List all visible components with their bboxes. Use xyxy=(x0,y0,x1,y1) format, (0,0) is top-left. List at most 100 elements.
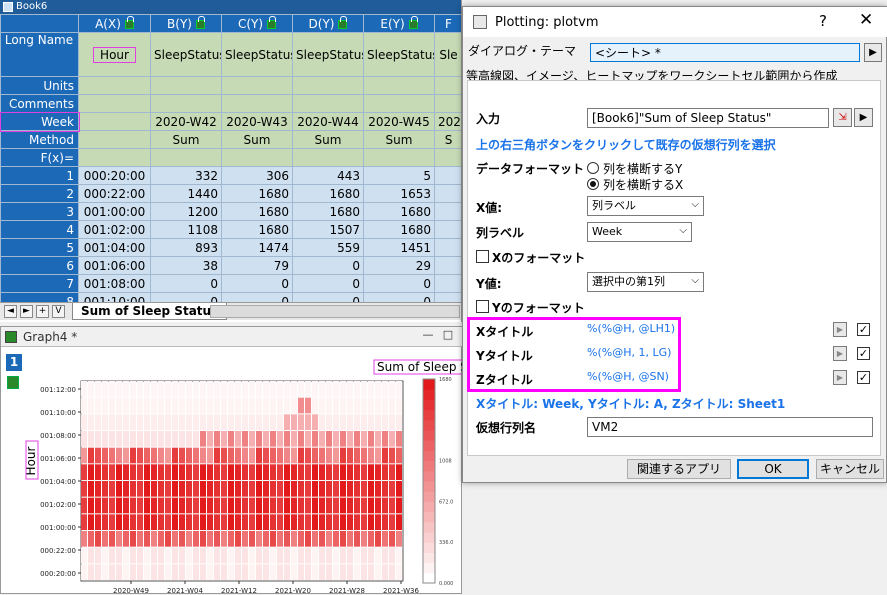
long-name-cell-a[interactable]: Hour xyxy=(78,32,151,77)
data-cell[interactable]: 893 xyxy=(150,238,222,257)
add-sheet-button[interactable]: + xyxy=(36,305,49,318)
data-cell[interactable]: 306 xyxy=(221,166,293,185)
method-cell-f[interactable]: S xyxy=(434,130,461,149)
data-cell[interactable]: 1680 xyxy=(292,202,364,221)
column-header-e[interactable]: E(Y) xyxy=(363,14,435,33)
column-header-f[interactable]: F xyxy=(434,14,461,33)
meta-cell[interactable] xyxy=(292,148,364,167)
data-cell[interactable] xyxy=(434,256,461,275)
data-cell[interactable] xyxy=(434,238,461,257)
week-cell-e[interactable]: 2020-W45 xyxy=(363,112,435,131)
meta-cell[interactable] xyxy=(363,76,435,95)
data-cell[interactable] xyxy=(434,184,461,203)
theme-menu-arrow-icon[interactable]: ▶ xyxy=(864,43,882,62)
meta-cell[interactable] xyxy=(221,148,293,167)
data-cell[interactable]: 79 xyxy=(221,256,293,275)
input-range-field[interactable]: [Book6]"Sum of Sleep Status" xyxy=(587,108,829,128)
row-number[interactable]: 7 xyxy=(0,274,79,293)
row-header-units[interactable]: Units xyxy=(0,76,79,95)
theme-select[interactable]: <シート> * xyxy=(590,43,860,62)
week-cell-d[interactable]: 2020-W44 xyxy=(292,112,364,131)
dialog-title-bar[interactable]: Plotting: plotvm ? ✕ xyxy=(463,7,887,37)
data-cell[interactable]: 001:06:00 xyxy=(78,256,151,275)
data-cell[interactable]: 000:22:00 xyxy=(78,184,151,203)
worksheet-grid[interactable]: A(X) B(Y) C(Y) D(Y) E(Y) F Long Name Hou… xyxy=(0,14,461,311)
method-cell-c[interactable]: Sum xyxy=(221,130,293,149)
column-header-c[interactable]: C(Y) xyxy=(221,14,293,33)
worksheet-title-bar[interactable]: Book6 xyxy=(0,0,461,14)
data-cell[interactable]: 1440 xyxy=(150,184,222,203)
data-cell[interactable]: 1680 xyxy=(363,220,435,239)
data-cell[interactable]: 1507 xyxy=(292,220,364,239)
y-title-value[interactable]: %(%@H, 1, LG) xyxy=(587,346,671,359)
y-values-select[interactable]: 選択中の第1列 ⌵ xyxy=(587,272,704,292)
data-cell[interactable]: 559 xyxy=(292,238,364,257)
data-cell[interactable]: 001:08:00 xyxy=(78,274,151,293)
data-cell[interactable]: 1451 xyxy=(363,238,435,257)
long-name-cell-e[interactable]: SleepStatus xyxy=(363,32,435,77)
data-cell[interactable]: 1680 xyxy=(221,184,293,203)
week-cell-c[interactable]: 2020-W43 xyxy=(221,112,293,131)
meta-cell[interactable] xyxy=(363,94,435,113)
method-cell-e[interactable]: Sum xyxy=(363,130,435,149)
data-cell[interactable]: 0 xyxy=(221,274,293,293)
row-header-fx[interactable]: F(x)= xyxy=(0,148,79,167)
data-cell[interactable]: 5 xyxy=(363,166,435,185)
long-name-cell-f[interactable]: Sle xyxy=(434,32,461,77)
z-title-value[interactable]: %(%@H, @SN) xyxy=(587,370,669,383)
minimize-icon[interactable]: — xyxy=(421,329,435,343)
row-number[interactable]: 6 xyxy=(0,256,79,275)
row-number[interactable]: 3 xyxy=(0,202,79,221)
data-cell[interactable] xyxy=(434,202,461,221)
method-cell-a[interactable] xyxy=(78,130,151,149)
data-cell[interactable]: 443 xyxy=(292,166,364,185)
data-cell[interactable]: 0 xyxy=(150,274,222,293)
meta-cell[interactable] xyxy=(434,148,461,167)
meta-cell[interactable] xyxy=(292,76,364,95)
column-header-b[interactable]: B(Y) xyxy=(150,14,222,33)
row-number[interactable]: 5 xyxy=(0,238,79,257)
z-title-menu-arrow-icon[interactable]: ▶ xyxy=(833,370,847,385)
maximize-icon[interactable]: □ xyxy=(441,329,455,343)
row-header-method[interactable]: Method xyxy=(0,130,79,149)
column-label-select[interactable]: Week ⌵ xyxy=(587,222,692,242)
week-cell-b[interactable]: 2020-W42 xyxy=(150,112,222,131)
sheet-nav-next-button[interactable]: ► xyxy=(20,305,33,318)
close-icon[interactable]: ✕ xyxy=(859,10,873,30)
data-cell[interactable]: 1680 xyxy=(292,184,364,203)
y-format-checkbox[interactable] xyxy=(476,300,489,313)
method-cell-d[interactable]: Sum xyxy=(292,130,364,149)
data-cell[interactable]: 1680 xyxy=(363,202,435,221)
meta-cell[interactable] xyxy=(221,76,293,95)
related-apps-button[interactable]: 関連するアプリ xyxy=(627,459,731,479)
data-cell[interactable]: 0 xyxy=(363,274,435,293)
long-name-cell-b[interactable]: SleepStatus xyxy=(150,32,222,77)
radio-y-across-columns[interactable] xyxy=(587,162,599,174)
horizontal-scrollbar[interactable] xyxy=(210,305,460,318)
select-range-icon[interactable]: ⇲ xyxy=(833,108,852,127)
z-title-checkbox[interactable]: ✓ xyxy=(857,371,870,384)
row-number[interactable]: 4 xyxy=(0,220,79,239)
data-cell[interactable]: 001:04:00 xyxy=(78,238,151,257)
heatmap-plot[interactable]: 000:20:00 000:22:00 001:00:00 001:02:00 001:… xyxy=(1,347,463,595)
data-cell[interactable]: 001:02:00 xyxy=(78,220,151,239)
meta-cell[interactable] xyxy=(221,94,293,113)
data-cell[interactable] xyxy=(434,220,461,239)
long-name-cell-c[interactable]: SleepStatus xyxy=(221,32,293,77)
data-cell[interactable]: 1680 xyxy=(221,220,293,239)
x-title-checkbox[interactable]: ✓ xyxy=(857,323,870,336)
data-cell[interactable]: 1680 xyxy=(221,202,293,221)
row-header-comments[interactable]: Comments xyxy=(0,94,79,113)
data-cell[interactable]: 001:00:00 xyxy=(78,202,151,221)
data-cell[interactable] xyxy=(434,274,461,293)
data-cell[interactable]: 1653 xyxy=(363,184,435,203)
meta-cell[interactable] xyxy=(434,76,461,95)
x-format-checkbox[interactable] xyxy=(476,250,489,263)
data-cell[interactable]: 38 xyxy=(150,256,222,275)
help-icon[interactable]: ? xyxy=(819,12,827,30)
week-cell-f[interactable]: 202 xyxy=(434,112,461,131)
meta-cell[interactable] xyxy=(292,94,364,113)
y-title-checkbox[interactable]: ✓ xyxy=(857,347,870,360)
row-number[interactable]: 2 xyxy=(0,184,79,203)
data-cell[interactable]: 0 xyxy=(292,274,364,293)
